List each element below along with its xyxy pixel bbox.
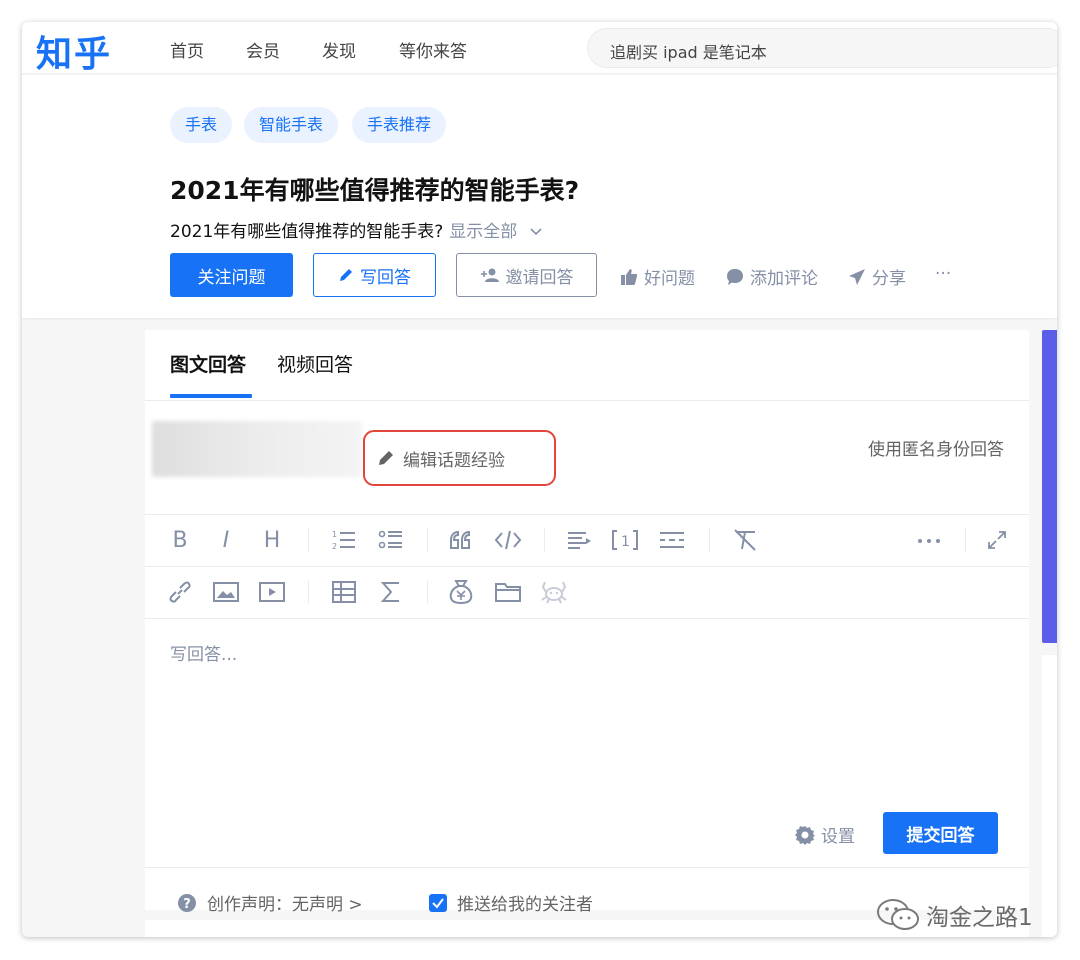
description-text: 2021年有哪些值得推荐的智能手表? [170,222,444,242]
pencil-icon [379,451,393,465]
active-tab-indicator [170,394,252,398]
settings-button[interactable]: 设置 [795,822,855,847]
image-icon[interactable] [212,578,240,606]
zhihu-logo[interactable]: 知乎 [36,25,112,77]
search-input[interactable]: 追剧买 ipad 是笔记本 [587,28,1057,68]
svg-text:1: 1 [332,530,337,539]
toolbar-separator [709,528,710,552]
bullet-list-icon[interactable] [377,526,405,554]
browser-window: 知乎 首页 会员 发现 等你来答 追剧买 ipad 是笔记本 手表 智能手表 手… [22,22,1057,937]
sidebar-panel [1042,655,1057,937]
tab-video-answer[interactable]: 视频回答 [277,350,353,377]
more-icon[interactable]: ··· [935,264,951,284]
heading-button[interactable]: H [258,526,286,554]
answer-textarea[interactable]: 写回答... [170,640,237,665]
pencil-icon [340,269,352,281]
svg-text:2: 2 [332,542,337,551]
italic-button[interactable]: I [212,526,240,554]
toolbar-separator [308,528,309,552]
toolbar-separator [427,528,428,552]
tag-watch[interactable]: 手表 [170,107,233,143]
video-icon[interactable] [258,578,286,606]
help-icon: ? [178,893,196,912]
divider-icon[interactable] [658,526,686,554]
tab-text-answer[interactable]: 图文回答 [170,350,246,377]
wechat-watermark: 淘金之路1 [876,898,1033,932]
nav-home[interactable]: 首页 [170,37,204,62]
crab-icon[interactable] [540,578,568,606]
sidebar-accent-bar [1042,330,1057,643]
anonymous-answer-link[interactable]: 使用匿名身份回答 [868,435,1004,460]
divider [145,514,1029,515]
folder-icon[interactable] [494,578,522,606]
toolbar-separator [427,580,428,604]
share-button[interactable]: 分享 [848,264,906,289]
nav-waiting-answers[interactable]: 等你来答 [399,37,467,62]
thumbs-up-icon [621,268,638,285]
search-text: 追剧买 ipad 是笔记本 [610,43,767,62]
gear-icon [795,825,815,845]
add-comment-button[interactable]: 添加评论 [726,264,818,289]
link-icon[interactable] [166,578,194,606]
tag-smartwatch[interactable]: 智能手表 [244,107,339,143]
svg-text:1: 1 [621,534,630,550]
comment-icon [727,268,743,285]
tag-watch-recommend[interactable]: 手表推荐 [352,107,447,143]
svg-text:?: ? [183,897,191,912]
ordered-list-icon[interactable]: 12 [330,526,358,554]
toolbar-separator [308,580,309,604]
indent-icon[interactable] [565,526,593,554]
follow-question-button[interactable]: 关注问题 [170,253,293,297]
money-bag-icon[interactable] [447,578,475,606]
bold-button[interactable]: B [166,526,194,554]
write-answer-button[interactable]: 写回答 [313,253,436,297]
question-description: 2021年有哪些值得推荐的智能手表? 显示全部 [170,217,543,242]
invite-answer-button[interactable]: 邀请回答 [456,253,597,297]
answer-editor: 图文回答 视频回答 编辑话题经验 使用匿名身份回答 B I H 12 1 写回答… [145,330,1029,915]
clear-format-icon[interactable] [731,526,759,554]
creation-statement[interactable]: ? 创作声明：无声明 > [177,890,363,915]
divider [145,400,1029,401]
send-icon [849,268,865,285]
wechat-icon [877,899,919,930]
question-header: 手表 智能手表 手表推荐 2021年有哪些值得推荐的智能手表? 2021年有哪些… [22,75,1057,318]
divider [145,566,1029,567]
expand-icon[interactable] [983,526,1011,554]
push-followers-checkbox[interactable]: 推送给我的关注者 [429,890,593,915]
add-user-icon [480,268,499,282]
chevron-down-icon [530,228,542,236]
quote-icon[interactable] [447,526,475,554]
nav-discover[interactable]: 发现 [322,37,356,62]
divider [145,618,1029,619]
nav-membership[interactable]: 会员 [246,37,280,62]
more-icon[interactable] [915,526,943,554]
toolbar-separator [544,528,545,552]
reference-icon[interactable]: 1 [611,526,639,554]
blurred-avatar [152,421,362,477]
good-question-button[interactable]: 好问题 [620,264,695,289]
divider [145,867,1029,868]
table-icon[interactable] [330,578,358,606]
edit-topic-experience-button[interactable]: 编辑话题经验 [363,430,556,486]
top-nav: 知乎 首页 会员 发现 等你来答 追剧买 ipad 是笔记本 [22,22,1057,77]
toolbar-separator [965,528,966,552]
checkbox-checked-icon [429,893,447,912]
question-title: 2021年有哪些值得推荐的智能手表? [170,176,580,205]
formula-icon[interactable] [377,578,405,606]
show-all-link[interactable]: 显示全部 [449,222,542,242]
submit-answer-button[interactable]: 提交回答 [883,812,998,854]
code-icon[interactable] [494,526,522,554]
